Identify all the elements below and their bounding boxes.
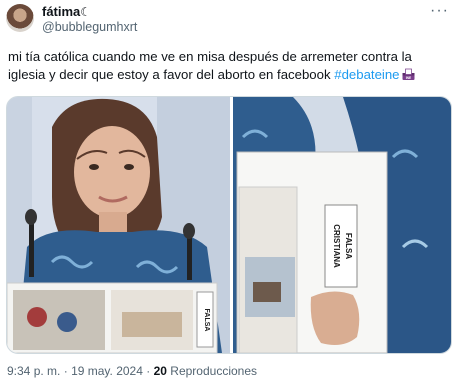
- display-name-text: fátima: [42, 4, 81, 19]
- more-horizontal-icon: ···: [430, 2, 449, 19]
- views-label: Reproducciones: [170, 364, 257, 378]
- tweet-media[interactable]: FALSA FALSA CRISTIANA: [6, 96, 452, 354]
- views-count: 20: [153, 364, 167, 378]
- media-image-right[interactable]: FALSA CRISTIANA: [233, 97, 451, 353]
- left-card-label: FALSA: [203, 309, 210, 332]
- tweet-meta: 9:34 p. m. · 19 may. 2024 · 20 Reproducc…: [7, 364, 257, 378]
- tweet-text: mi tía católica cuando me ve en misa des…: [8, 48, 452, 84]
- tweet-date[interactable]: 19 may. 2024: [71, 364, 143, 378]
- user-handle[interactable]: @bubblegumhxrt: [42, 20, 137, 35]
- svg-text:FALSA: FALSA: [344, 233, 353, 259]
- more-options-button[interactable]: ···: [430, 2, 449, 20]
- media-image-left[interactable]: FALSA: [7, 97, 230, 353]
- ballot-box-icon: INE: [402, 68, 415, 80]
- display-name[interactable]: fátima☾: [42, 4, 91, 20]
- left-image-illustration: FALSA: [7, 97, 230, 353]
- avatar[interactable]: [6, 4, 34, 32]
- right-image-illustration: FALSA CRISTIANA: [233, 97, 451, 353]
- meta-separator: ·: [146, 364, 151, 378]
- ballot-badge-text: INE: [405, 76, 411, 80]
- meta-separator: ·: [63, 364, 68, 378]
- moon-emoji: ☾: [80, 5, 92, 19]
- hashtag-link[interactable]: #debateine: [334, 67, 399, 82]
- tweet-time[interactable]: 9:34 p. m.: [7, 364, 60, 378]
- svg-text:CRISTIANA: CRISTIANA: [332, 224, 341, 268]
